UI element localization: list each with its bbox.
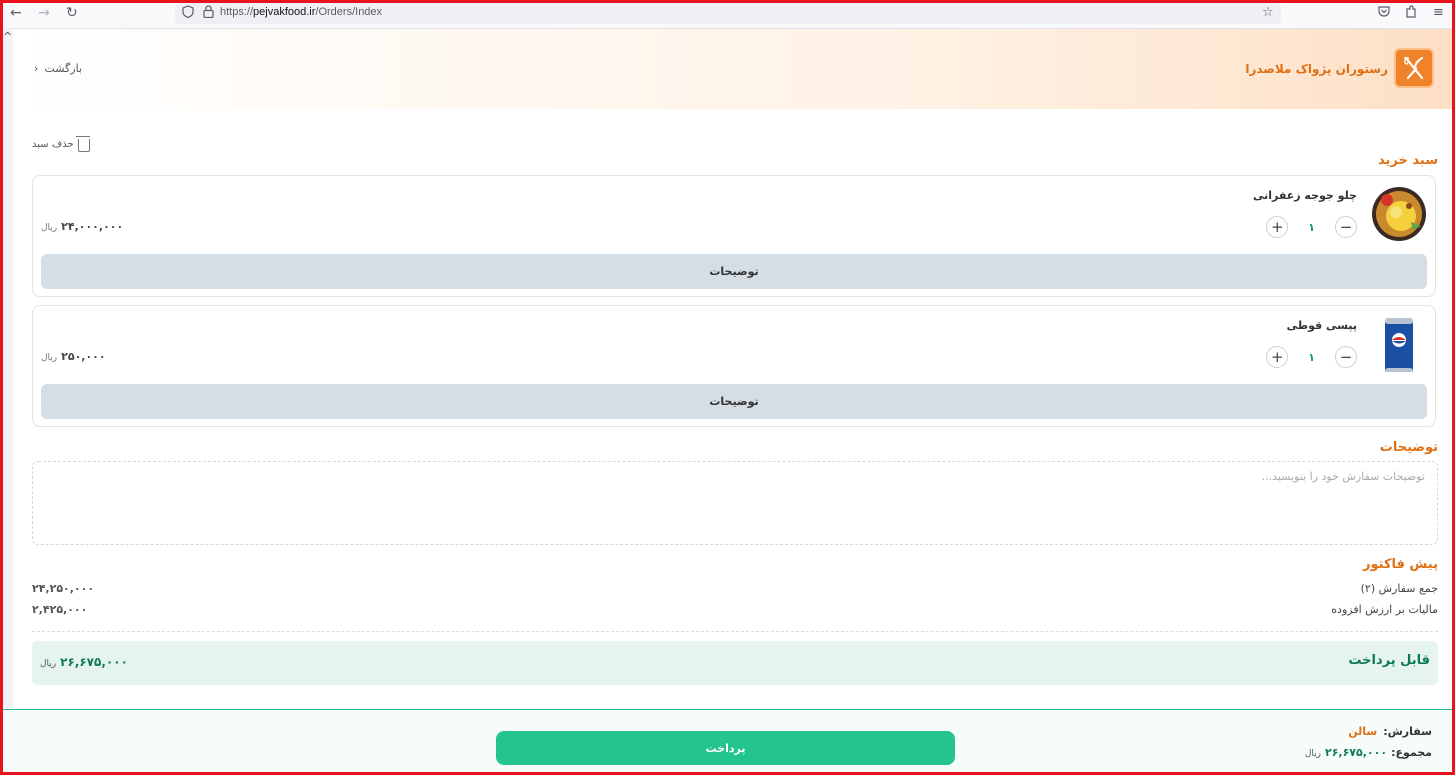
currency-label: ریال <box>41 223 58 233</box>
clear-cart-label: حذف سبد <box>32 139 74 150</box>
cart-item: چلو جوجه زعفرانی + ۱ − ۲۴,۰۰۰,۰۰۰ریال تو… <box>32 175 1436 297</box>
decrease-quantity-button[interactable]: − <box>1335 216 1357 238</box>
back-arrow-icon[interactable]: ← <box>10 5 22 21</box>
back-link[interactable]: بازگشت ‹ <box>34 62 82 75</box>
reload-icon[interactable]: ↻ <box>66 5 78 21</box>
item-price-value: ۲۵۰,۰۰۰ <box>61 350 106 363</box>
restaurant-logo[interactable] <box>1394 48 1434 88</box>
site-header: رستوران پژواک ملاصدرا بازگشت ‹ <box>14 29 1452 109</box>
invoice-row-label: مالیات بر ارزش افزوده <box>1331 603 1438 616</box>
scroll-up-caret-icon[interactable]: ^ <box>3 30 12 43</box>
order-type-label: سفارش: <box>1383 725 1432 738</box>
lock-icon[interactable] <box>203 5 214 22</box>
item-price-value: ۲۴,۰۰۰,۰۰۰ <box>61 220 124 233</box>
payable-label: قابل پرداخت <box>1348 653 1430 668</box>
item-image <box>1379 316 1419 372</box>
order-type-value[interactable]: سالن <box>1348 725 1377 738</box>
footer-total-line: مجموع:۲۶,۶۷۵,۰۰۰ریال <box>1305 746 1432 759</box>
item-image <box>1371 186 1427 242</box>
item-price: ۲۴,۰۰۰,۰۰۰ریال <box>41 220 123 233</box>
payable-box: قابل پرداخت ۲۶,۶۷۵,۰۰۰ریال <box>32 641 1438 685</box>
order-type-line: سفارش: سالن <box>1348 725 1432 738</box>
chevron-left-icon: ‹ <box>34 62 39 75</box>
order-notes-title: توضیحات <box>1379 440 1438 455</box>
item-name: پپسی قوطی <box>1286 319 1357 332</box>
order-notes-textarea[interactable] <box>32 461 1438 545</box>
url-text[interactable]: https://pejvakfood.ir/Orders/Index <box>220 6 382 18</box>
invoice-row-label: جمع سفارش (۲) <box>1360 582 1438 595</box>
fork-knife-icon <box>1404 56 1424 80</box>
pepsi-can-icon <box>1385 318 1413 372</box>
extensions-icon[interactable] <box>1405 5 1417 22</box>
shield-icon[interactable] <box>182 5 194 22</box>
item-notes-button[interactable]: توضیحات <box>41 254 1427 289</box>
increase-quantity-button[interactable]: + <box>1266 346 1289 368</box>
trash-icon <box>75 136 90 152</box>
browser-toolbar: ← → ↻ https://pejvakfood.ir/Orders/Index… <box>0 0 1455 29</box>
cart-title: سبد خرید <box>1378 153 1438 168</box>
checkout-footer: سفارش: سالن مجموع:۲۶,۶۷۵,۰۰۰ریال پرداخت <box>3 709 1452 773</box>
item-notes-button[interactable]: توضیحات <box>41 384 1427 419</box>
pocket-icon[interactable] <box>1378 5 1390 21</box>
footer-total-label: مجموع: <box>1391 746 1432 759</box>
forward-arrow-icon[interactable]: → <box>38 5 50 21</box>
back-label: بازگشت <box>44 62 82 75</box>
quantity-stepper: + ۱ − <box>1266 346 1357 368</box>
item-price: ۲۵۰,۰۰۰ریال <box>41 350 106 363</box>
currency-label: ریال <box>40 659 57 669</box>
invoice-row-value: ۲۴,۲۵۰,۰۰۰ <box>32 582 95 595</box>
currency-label: ریال <box>1304 749 1321 759</box>
payable-amount: ۲۶,۶۷۵,۰۰۰ریال <box>40 655 128 669</box>
scroll-rail <box>3 28 13 708</box>
pay-button[interactable]: پرداخت <box>496 731 955 765</box>
rice-dish-icon <box>1372 187 1426 241</box>
payable-amount-value: ۲۶,۶۷۵,۰۰۰ <box>60 655 128 669</box>
quantity-value: ۱ <box>1308 350 1315 364</box>
clear-cart-button[interactable]: حذف سبد <box>32 136 90 152</box>
invoice-row-value: ۲,۴۲۵,۰۰۰ <box>32 603 88 616</box>
item-name: چلو جوجه زعفرانی <box>1252 189 1357 202</box>
footer-total-value: ۲۶,۶۷۵,۰۰۰ <box>1324 746 1388 759</box>
restaurant-name[interactable]: رستوران پژواک ملاصدرا <box>1245 62 1388 76</box>
menu-icon[interactable]: ≡ <box>1433 5 1444 20</box>
currency-label: ریال <box>41 353 58 363</box>
cart-item: پپسی قوطی + ۱ − ۲۵۰,۰۰۰ریال توضیحات <box>32 305 1436 427</box>
bookmark-star-icon[interactable]: ☆ <box>1262 5 1274 20</box>
quantity-value: ۱ <box>1308 220 1315 234</box>
quantity-stepper: + ۱ − <box>1266 216 1357 238</box>
invoice-divider <box>32 631 1438 632</box>
decrease-quantity-button[interactable]: − <box>1335 346 1357 368</box>
invoice-title: پیش فاکتور <box>1363 557 1438 572</box>
increase-quantity-button[interactable]: + <box>1266 216 1289 238</box>
